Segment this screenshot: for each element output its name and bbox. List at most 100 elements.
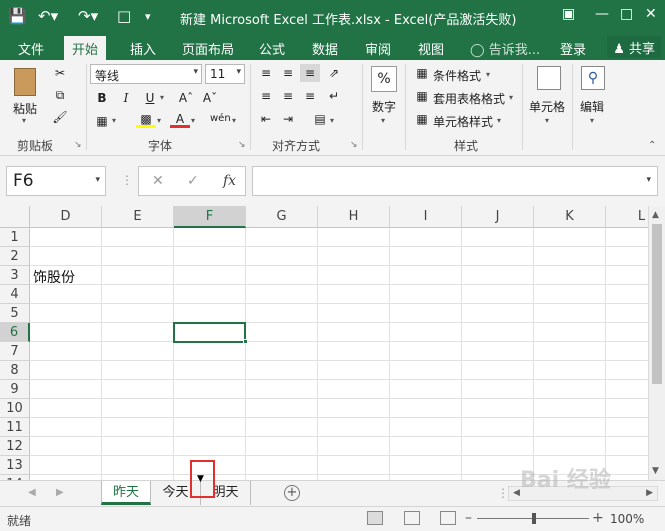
borders-icon[interactable]: ▦ xyxy=(92,112,112,130)
login-link[interactable]: 登录 xyxy=(560,39,586,58)
row-header[interactable]: 3 xyxy=(0,266,30,285)
tab-formulas[interactable]: 公式 xyxy=(259,39,285,58)
fill-color-dropdown-icon[interactable]: ▾ xyxy=(157,116,161,125)
tab-review[interactable]: 审阅 xyxy=(365,39,391,58)
next-sheet-icon[interactable]: ▶ xyxy=(56,487,64,498)
phonetic-guide-icon[interactable]: wén xyxy=(210,110,231,128)
percent-icon[interactable]: % xyxy=(371,66,397,92)
page-break-view-icon[interactable] xyxy=(440,511,456,525)
format-table-icon[interactable]: ▦ xyxy=(412,87,432,105)
select-all-corner[interactable] xyxy=(0,206,30,228)
column-header[interactable]: E xyxy=(102,206,174,228)
format-painter-icon[interactable]: 🖌 xyxy=(50,108,70,126)
ribbon-display-icon[interactable]: ▣ xyxy=(562,6,575,22)
close-icon[interactable]: ✕ xyxy=(645,6,657,22)
zoom-in-icon[interactable]: + xyxy=(592,510,604,526)
enter-icon[interactable]: ✓ xyxy=(187,173,199,189)
increase-indent-icon[interactable]: ⇥ xyxy=(278,110,298,128)
tab-page-layout[interactable]: 页面布局 xyxy=(182,39,234,58)
decrease-font-icon[interactable]: Aˇ xyxy=(200,89,220,107)
conditional-format-button[interactable]: 条件格式 xyxy=(433,67,481,84)
redo-icon[interactable]: ↷▾ xyxy=(78,7,98,25)
cell-styles-button[interactable]: 单元格样式 xyxy=(433,113,493,130)
tab-view[interactable]: 视图 xyxy=(418,39,444,58)
font-launcher-icon[interactable]: ↘ xyxy=(238,140,246,150)
paste-dropdown-icon[interactable]: ▾ xyxy=(22,116,26,125)
add-sheet-button[interactable]: + xyxy=(284,485,300,501)
borders-dropdown-icon[interactable]: ▾ xyxy=(112,116,116,125)
paste-icon[interactable] xyxy=(14,68,36,96)
column-header[interactable]: J xyxy=(462,206,534,228)
row-header[interactable]: 8 xyxy=(0,361,30,380)
prev-sheet-icon[interactable]: ◀ xyxy=(28,487,36,498)
merge-center-icon[interactable]: ▤ xyxy=(310,110,330,128)
row-header[interactable]: 13 xyxy=(0,456,30,475)
column-header[interactable]: I xyxy=(390,206,462,228)
row-header[interactable]: 7 xyxy=(0,342,30,361)
column-header[interactable]: L xyxy=(606,206,648,228)
editing-dropdown-icon[interactable]: ▾ xyxy=(590,116,594,125)
column-header[interactable]: F xyxy=(174,206,246,228)
align-left-icon[interactable]: ≡ xyxy=(256,87,276,105)
row-header[interactable]: 11 xyxy=(0,418,30,437)
align-right-icon[interactable]: ≡ xyxy=(300,87,320,105)
font-name-select[interactable]: 等线 ▾ xyxy=(90,64,202,84)
row-header[interactable]: 10 xyxy=(0,399,30,418)
row-header[interactable]: 1 xyxy=(0,228,30,247)
normal-view-icon[interactable] xyxy=(367,511,383,525)
italic-button[interactable]: I xyxy=(116,89,136,107)
format-table-dropdown-icon[interactable]: ▾ xyxy=(509,93,513,102)
tell-me-search[interactable]: ◯ 告诉我... xyxy=(470,39,540,58)
cells-dropdown-icon[interactable]: ▾ xyxy=(545,116,549,125)
cancel-icon[interactable]: ✕ xyxy=(152,173,164,189)
align-middle-icon[interactable]: ≡ xyxy=(278,64,298,82)
column-header[interactable]: H xyxy=(318,206,390,228)
customize-quick-access-icon[interactable]: ▾ xyxy=(145,10,151,23)
row-header[interactable]: 9 xyxy=(0,380,30,399)
column-header[interactable]: K xyxy=(534,206,606,228)
decrease-indent-icon[interactable]: ⇤ xyxy=(256,110,276,128)
scroll-thumb[interactable] xyxy=(652,224,662,384)
zoom-slider-thumb[interactable] xyxy=(532,513,536,524)
increase-font-icon[interactable]: Aˆ xyxy=(176,89,196,107)
page-layout-view-icon[interactable] xyxy=(404,511,420,525)
worksheet-grid[interactable]: DEFGHIJKL1234567891011121314饰股份 xyxy=(0,206,648,480)
formula-input[interactable]: ▾ xyxy=(252,166,658,196)
vertical-scrollbar[interactable]: ▲ ▼ xyxy=(648,206,665,480)
conditional-format-icon[interactable]: ▦ xyxy=(412,64,432,82)
maximize-icon[interactable]: □ xyxy=(620,6,633,22)
cells-grid-icon[interactable] xyxy=(537,66,561,90)
orientation-icon[interactable]: ⇗ xyxy=(324,64,344,82)
cell-d3[interactable]: 饰股份 xyxy=(33,267,75,287)
tab-file[interactable]: 文件 xyxy=(18,39,44,58)
active-cell[interactable] xyxy=(173,322,246,343)
phonetic-dropdown-icon[interactable]: ▾ xyxy=(232,116,236,125)
tab-home[interactable]: 开始 xyxy=(64,36,107,60)
share-button[interactable]: ♟ 共享 xyxy=(607,36,661,58)
search-icon[interactable]: ⚲ xyxy=(581,66,605,90)
number-format-button[interactable]: 数字 xyxy=(372,98,396,115)
splitter-icon[interactable]: ⋮ xyxy=(121,173,133,187)
new-file-icon[interactable]: □ xyxy=(117,7,131,25)
clipboard-launcher-icon[interactable]: ↘ xyxy=(74,140,82,150)
scroll-up-icon[interactable]: ▲ xyxy=(652,210,659,220)
row-header[interactable]: 6 xyxy=(0,323,30,342)
scroll-right-icon[interactable]: ▶ xyxy=(646,488,653,498)
font-color-dropdown-icon[interactable]: ▾ xyxy=(191,116,195,125)
expand-formula-icon[interactable]: ▾ xyxy=(646,175,651,185)
zoom-level[interactable]: 100% xyxy=(610,512,644,526)
wrap-text-icon[interactable]: ↵ xyxy=(324,87,344,105)
sheet-tab-yesterday[interactable]: 昨天 xyxy=(101,481,151,505)
save-icon[interactable]: 💾 xyxy=(8,7,27,25)
editing-button[interactable]: 编辑 xyxy=(580,98,604,115)
scroll-down-icon[interactable]: ▼ xyxy=(652,466,659,476)
tab-data[interactable]: 数据 xyxy=(312,39,338,58)
align-top-icon[interactable]: ≡ xyxy=(256,64,276,82)
row-header[interactable]: 4 xyxy=(0,285,30,304)
bold-button[interactable]: B xyxy=(92,89,112,107)
alignment-launcher-icon[interactable]: ↘ xyxy=(350,140,358,150)
undo-icon[interactable]: ↶▾ xyxy=(38,7,58,25)
font-size-select[interactable]: 11 ▾ xyxy=(205,64,245,84)
format-as-table-button[interactable]: 套用表格格式 xyxy=(433,90,505,107)
merge-dropdown-icon[interactable]: ▾ xyxy=(330,116,334,125)
